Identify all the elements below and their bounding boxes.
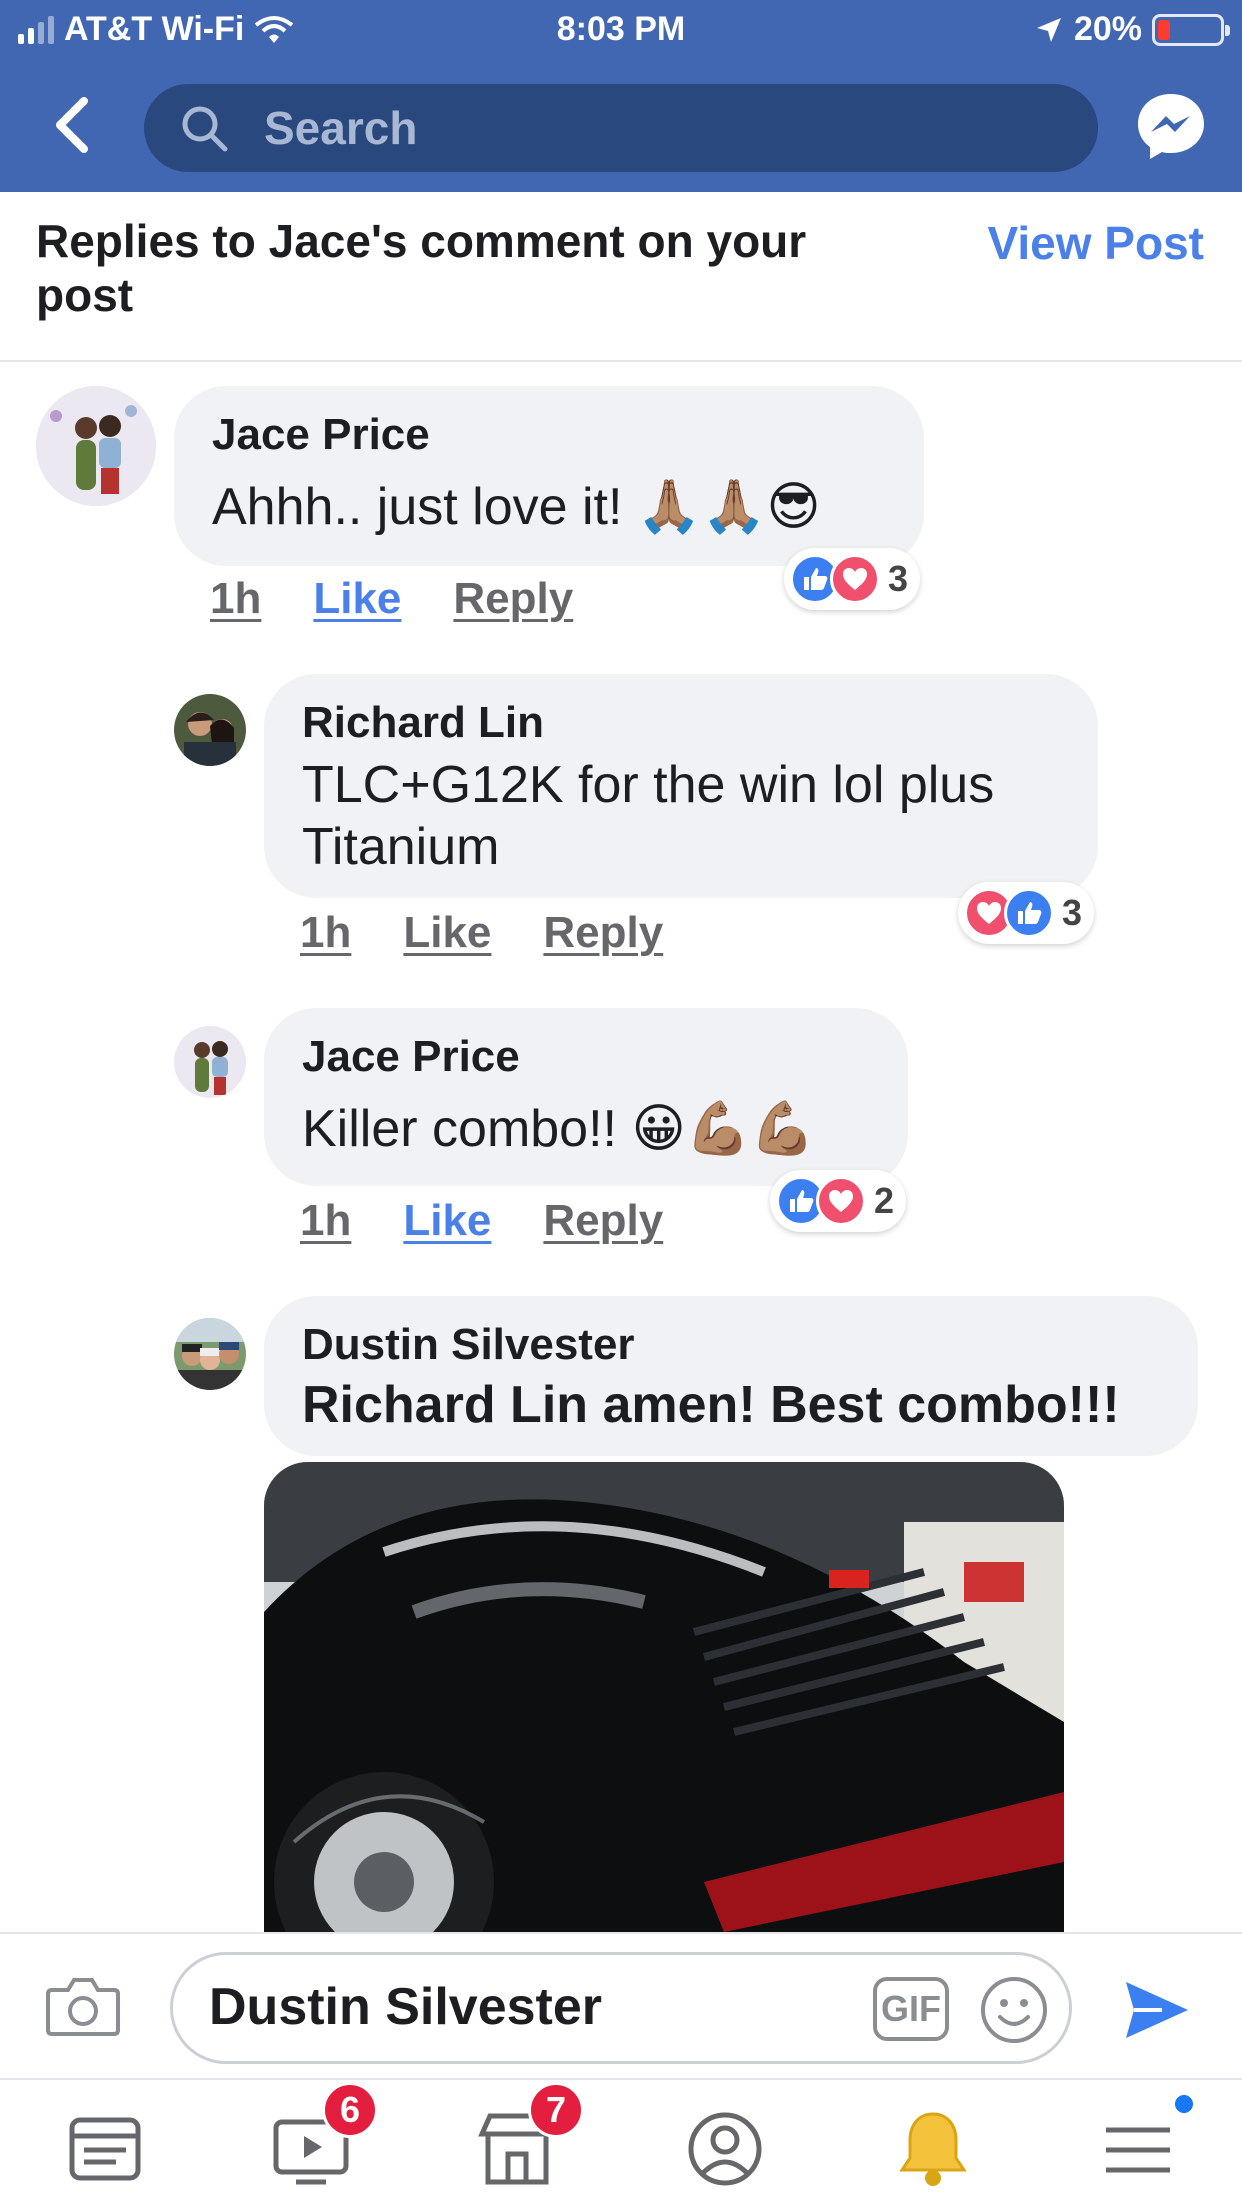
comment-input[interactable]: Dustin Silvester GIF	[170, 1952, 1072, 2064]
tab-menu[interactable]	[1094, 2092, 1196, 2194]
comment-author[interactable]: Richard Lin	[302, 698, 544, 748]
comment-bubble[interactable]: Jace Price Killer combo!! 😀💪🏽💪🏽	[264, 1008, 908, 1186]
comment-bubble[interactable]: Jace Price Ahhh.. just love it! 🙏🏽🙏🏽😎	[174, 386, 924, 566]
like-button[interactable]: Like	[403, 908, 491, 958]
comment-time[interactable]: 1h	[300, 1196, 351, 1246]
top-navigation-bar: AT&T Wi-Fi 8:03 PM 20%	[0, 0, 1242, 192]
comment-composer: Dustin Silvester GIF	[0, 1932, 1242, 2078]
like-button[interactable]: Like	[313, 574, 401, 624]
profile-icon	[688, 2112, 762, 2186]
comment-time[interactable]: 1h	[210, 574, 261, 624]
search-input[interactable]	[264, 98, 1044, 158]
search-bar[interactable]	[144, 84, 1098, 172]
comment-actions: 1h Like Reply	[300, 908, 663, 958]
avatar-photo	[174, 1026, 246, 1098]
reply-button[interactable]: Reply	[543, 1196, 663, 1246]
status-right: 20%	[1034, 10, 1230, 49]
bottom-tab-bar: 6 7	[0, 2078, 1242, 2208]
menu-update-dot	[1172, 2092, 1196, 2116]
send-icon[interactable]	[1122, 1978, 1192, 2042]
love-reaction-icon	[830, 554, 880, 604]
reply-button[interactable]: Reply	[543, 908, 663, 958]
reply-button[interactable]: Reply	[453, 574, 573, 624]
comment-input-value[interactable]: Dustin Silvester	[209, 1977, 602, 2037]
reaction-count: 3	[888, 558, 909, 599]
avatar[interactable]	[174, 694, 246, 766]
comment-text: Killer combo!! 😀💪🏽💪🏽	[302, 1100, 816, 1158]
location-arrow-icon	[1036, 17, 1061, 42]
comment-text: TLC+G12K for the win lol plus Titanium	[302, 756, 995, 876]
like-reaction-icon	[1004, 888, 1054, 938]
battery-icon	[1152, 13, 1230, 46]
replies-header: Replies to Jace's comment on your post V…	[0, 192, 1242, 362]
notification-badge: 6	[322, 2082, 378, 2138]
comment-text: Ahhh.. just love it! 🙏🏽🙏🏽😎	[212, 478, 821, 536]
reaction-summary[interactable]: 3	[784, 548, 921, 610]
comment-actions: 1h Like Reply	[300, 1196, 663, 1246]
avatar-photo	[36, 386, 156, 506]
tab-profile[interactable]	[680, 2104, 770, 2194]
tab-watch[interactable]: 6	[266, 2082, 378, 2194]
love-reaction-icon	[816, 1176, 866, 1226]
comment-bubble[interactable]: Dustin Silvester Richard Lin amen! Best …	[264, 1296, 1198, 1456]
tab-news-feed[interactable]	[60, 2104, 150, 2194]
tab-notifications[interactable]	[888, 2104, 978, 2194]
back-chevron-icon[interactable]	[48, 95, 98, 155]
avatar[interactable]	[36, 386, 156, 506]
comment-text: Richard Lin amen! Best combo!!!	[302, 1376, 1120, 1434]
battery-level-fill	[1158, 19, 1170, 40]
search-icon	[182, 106, 228, 152]
battery-percent: 20%	[1073, 10, 1142, 48]
emoji-icon[interactable]	[979, 1975, 1049, 2045]
avatar[interactable]	[174, 1318, 246, 1390]
notification-badge: 7	[528, 2082, 584, 2138]
page-title: Replies to Jace's comment on your post	[36, 215, 807, 321]
comment-author[interactable]: Jace Price	[212, 410, 430, 460]
gif-button[interactable]: GIF	[873, 1977, 949, 2041]
tab-marketplace[interactable]: 7	[472, 2082, 584, 2194]
comment-time[interactable]: 1h	[300, 908, 351, 958]
notifications-bell-icon	[899, 2112, 967, 2186]
view-post-link[interactable]: View Post	[988, 216, 1204, 270]
reaction-summary[interactable]: 2	[770, 1170, 907, 1232]
like-button[interactable]: Like	[403, 1196, 491, 1246]
news-feed-icon	[69, 2117, 141, 2181]
messenger-icon[interactable]	[1135, 90, 1207, 162]
comment-author[interactable]: Jace Price	[302, 1032, 520, 1082]
comment-author[interactable]: Dustin Silvester	[302, 1320, 635, 1370]
menu-icon	[1106, 2127, 1170, 2173]
status-bar: AT&T Wi-Fi 8:03 PM 20%	[0, 0, 1242, 62]
camera-icon[interactable]	[46, 1974, 120, 2038]
reaction-summary[interactable]: 3	[958, 882, 1095, 944]
avatar-photo	[174, 694, 246, 766]
comment-actions: 1h Like Reply	[210, 574, 573, 624]
reaction-count: 2	[874, 1180, 895, 1221]
avatar-photo	[174, 1318, 246, 1390]
comment-bubble[interactable]: Richard Lin TLC+G12K for the win lol plu…	[264, 674, 1098, 898]
car-photo	[264, 1462, 1064, 1932]
avatar[interactable]	[174, 1026, 246, 1098]
reaction-count: 3	[1062, 892, 1083, 933]
comment-photo-attachment[interactable]	[264, 1462, 1064, 1932]
